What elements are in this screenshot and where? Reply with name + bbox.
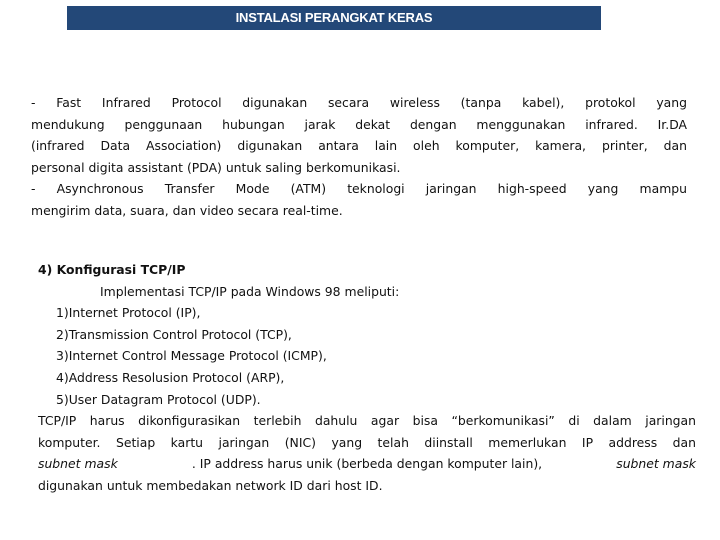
list-item-number: 4) — [56, 369, 69, 385]
paragraph-line: - Asynchronous Transfer Mode (ATM) tekno… — [31, 181, 687, 197]
list-item: 1)Internet Protocol (IP), — [38, 302, 696, 324]
paragraph-line: mengirim data, suara, dan video secara r… — [31, 202, 343, 218]
paragraph-line: subnet mask . IP address harus unik (ber… — [38, 453, 696, 475]
tcpip-explanation-paragraph: TCP/IP harus dikonfigurasikan terlebih d… — [38, 410, 696, 496]
subnet-mask-term: subnet mask — [38, 456, 118, 472]
list-item-text: Internet Protocol (IP), — [68, 305, 201, 321]
paragraph-line: personal digita assistant (PDA) untuk sa… — [31, 159, 401, 175]
list-item-text: Address Resolusion Protocol (ARP), — [68, 369, 285, 385]
paragraph-line: TCP/IP harus dikonfigurasikan terlebih d… — [38, 413, 696, 429]
protocol-description-paragraph: - Fast Infrared Protocol digunakan secar… — [31, 92, 687, 222]
list-item-number: 3) — [56, 348, 69, 364]
list-item-text: User Datagram Protocol (UDP). — [68, 391, 261, 407]
paragraph-line: (infrared Data Association) digunakan an… — [31, 138, 687, 154]
protocol-list: 1)Internet Protocol (IP), 2)Transmission… — [38, 302, 696, 410]
slide-title: INSTALASI PERANGKAT KERAS — [235, 10, 433, 25]
list-item: 2)Transmission Control Protocol (TCP), — [38, 324, 696, 346]
list-item: 4)Address Resolusion Protocol (ARP), — [38, 367, 696, 389]
list-item-number: 2) — [56, 326, 69, 342]
list-item-text: Internet Control Message Protocol (ICMP)… — [68, 348, 327, 364]
paragraph-line: - Fast Infrared Protocol digunakan secar… — [31, 95, 687, 110]
section-intro: Implementasi TCP/IP pada Windows 98 meli… — [100, 283, 400, 299]
paragraph-line: komputer. Setiap kartu jaringan (NIC) ya… — [38, 434, 696, 450]
paragraph-line: digunakan untuk membedakan network ID da… — [38, 477, 383, 493]
list-item: 5)User Datagram Protocol (UDP). — [38, 389, 696, 411]
slide-title-bar: INSTALASI PERANGKAT KERAS — [67, 6, 601, 30]
section-heading: 4) Konfigurasi TCP/IP — [38, 262, 186, 277]
list-item-number: 1) — [56, 305, 69, 321]
list-item: 3)Internet Control Message Protocol (ICM… — [38, 345, 696, 367]
subnet-mask-term: subnet mask — [616, 456, 696, 472]
list-item-number: 5) — [56, 391, 69, 407]
paragraph-line: mendukung penggunaan hubungan jarak deka… — [31, 116, 687, 132]
list-item-text: Transmission Control Protocol (TCP), — [68, 326, 292, 342]
tcpip-configuration-section: 4) Konfigurasi TCP/IP Implementasi TCP/I… — [38, 259, 696, 497]
paragraph-line-middle: . IP address harus unik (berbeda dengan … — [191, 456, 543, 472]
